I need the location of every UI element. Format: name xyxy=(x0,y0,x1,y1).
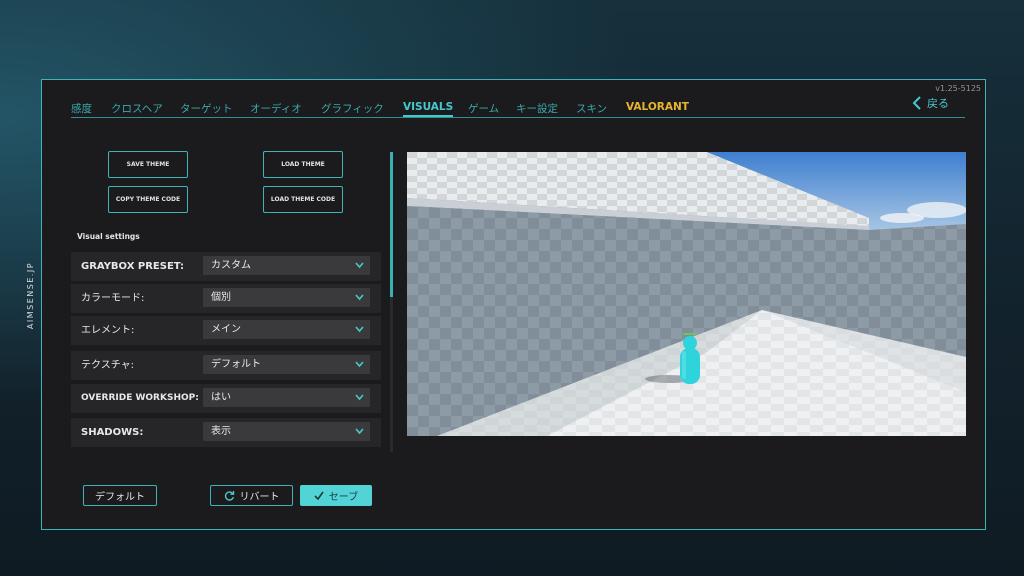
save-label: セーブ xyxy=(328,492,359,503)
refresh-icon xyxy=(224,491,234,501)
chevron-down-icon xyxy=(355,326,364,333)
back-button[interactable]: 戻る xyxy=(912,95,949,111)
element-dropdown[interactable]: メイン xyxy=(203,320,370,339)
save-theme-button[interactable]: SAVE THEME xyxy=(108,151,188,178)
setting-label: OVERRIDE WORKSHOP: xyxy=(81,393,199,403)
dropdown-value: はい xyxy=(211,392,231,403)
version-label: v1.25-5125 xyxy=(935,84,981,93)
texture-dropdown[interactable]: デフォルト xyxy=(203,355,370,374)
dropdown-value: カスタム xyxy=(211,260,251,271)
brand-label: AIMSENSE.JP xyxy=(26,261,36,329)
tab-skins[interactable]: スキン xyxy=(576,101,607,116)
tab-graphics[interactable]: グラフィック xyxy=(321,101,384,116)
load-theme-button[interactable]: LOAD THEME xyxy=(263,151,343,178)
scene-render xyxy=(407,152,966,436)
default-button[interactable]: デフォルト xyxy=(83,485,157,506)
shadows-dropdown[interactable]: 表示 xyxy=(203,422,370,441)
setting-label: SHADOWS: xyxy=(81,427,144,438)
tab-target[interactable]: ターゲット xyxy=(180,101,233,116)
setting-row-override-workshop: OVERRIDE WORKSHOP: はい xyxy=(71,384,381,413)
chevron-down-icon xyxy=(355,294,364,301)
tab-keybinds[interactable]: キー設定 xyxy=(516,101,558,116)
setting-label: カラーモード: xyxy=(81,293,145,304)
revert-button[interactable]: リバート xyxy=(210,485,293,506)
side-brand: AIMSENSE.JP xyxy=(24,255,38,335)
tab-crosshair[interactable]: クロスヘア xyxy=(111,101,163,116)
settings-panel: v1.25-5125 感度 クロスヘア ターゲット オーディオ グラフィック V… xyxy=(41,79,986,530)
tab-game[interactable]: ゲーム xyxy=(468,101,499,116)
default-label: デフォルト xyxy=(95,492,145,503)
dropdown-value: 表示 xyxy=(211,426,231,437)
setting-row-shadows: SHADOWS: 表示 xyxy=(71,418,381,447)
tab-bar: 感度 クロスヘア ターゲット オーディオ グラフィック VISUALS ゲーム … xyxy=(71,101,965,118)
graybox-preset-dropdown[interactable]: カスタム xyxy=(203,256,370,275)
load-theme-code-button[interactable]: LOAD THEME CODE xyxy=(263,186,343,213)
section-title: Visual settings xyxy=(77,232,140,241)
scrollbar-thumb[interactable] xyxy=(390,152,393,297)
save-button[interactable]: セーブ xyxy=(300,485,372,506)
back-label: 戻る xyxy=(927,97,949,110)
dropdown-value: デフォルト xyxy=(211,359,261,370)
check-icon xyxy=(314,491,324,500)
copy-theme-code-button[interactable]: COPY THEME CODE xyxy=(108,186,188,213)
tab-valorant[interactable]: VALORANT xyxy=(626,101,689,113)
dropdown-value: 個別 xyxy=(211,292,231,303)
chevron-down-icon xyxy=(355,361,364,368)
tab-visuals[interactable]: VISUALS xyxy=(403,101,454,117)
setting-label: エレメント: xyxy=(81,325,135,336)
setting-label: GRAYBOX PRESET: xyxy=(81,261,185,272)
tab-audio[interactable]: オーディオ xyxy=(250,101,302,116)
color-mode-dropdown[interactable]: 個別 xyxy=(203,288,370,307)
chevron-down-icon xyxy=(355,394,364,401)
setting-row-element: エレメント: メイン xyxy=(71,316,381,345)
scene-preview xyxy=(407,152,966,436)
dropdown-value: メイン xyxy=(211,324,241,335)
setting-row-color-mode: カラーモード: 個別 xyxy=(71,284,381,313)
chevron-left-icon xyxy=(912,96,921,110)
setting-row-texture: テクスチャ: デフォルト xyxy=(71,351,381,380)
override-workshop-dropdown[interactable]: はい xyxy=(203,388,370,407)
chevron-down-icon xyxy=(355,262,364,269)
tab-sensitivity[interactable]: 感度 xyxy=(71,101,92,116)
setting-label: テクスチャ: xyxy=(81,360,134,371)
chevron-down-icon xyxy=(355,428,364,435)
setting-row-graybox-preset: GRAYBOX PRESET: カスタム xyxy=(71,252,381,281)
revert-label: リバート xyxy=(239,492,280,503)
